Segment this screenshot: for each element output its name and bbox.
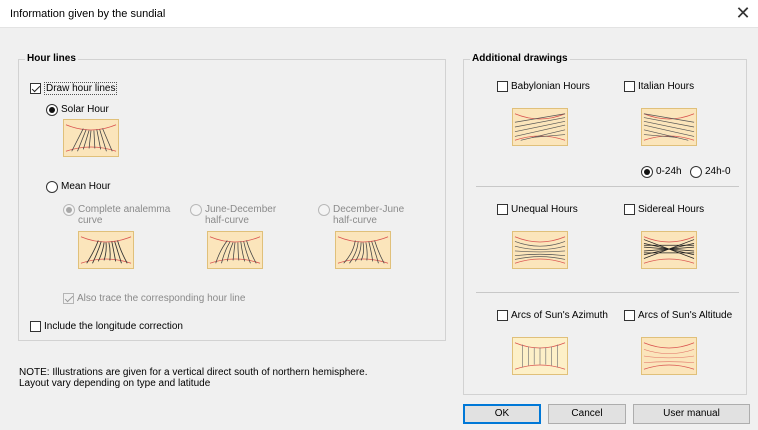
note-line2: Layout vary depending on type and latitu… (19, 378, 211, 389)
june-december-line2: half-curve (205, 215, 249, 226)
june-december-dot (190, 204, 202, 216)
babylonian-illustration (512, 108, 568, 146)
december-june-drawing (337, 236, 389, 264)
june-december-illustration (207, 231, 263, 269)
note-text: NOTE: Illustrations are given for a vert… (19, 367, 368, 389)
window-title: Information given by the sundial (10, 8, 166, 20)
range-24h-0-label: 24h-0 (705, 166, 731, 177)
june-december-radio[interactable]: June-December half-curve (190, 204, 276, 226)
azimuth-arcs-checkbox[interactable]: Arcs of Sun's Azimuth (497, 310, 608, 321)
sidereal-hours-checkbox[interactable]: Sidereal Hours (624, 204, 704, 215)
note-line1: NOTE: Illustrations are given for a vert… (19, 367, 368, 378)
complete-analemma-illustration (78, 231, 134, 269)
italian-hours-label: Italian Hours (638, 81, 695, 92)
azimuth-illustration (512, 337, 568, 375)
unequal-illustration (512, 231, 568, 269)
separator-1 (476, 186, 739, 187)
unequal-hours-box (497, 204, 508, 215)
sidereal-illustration (641, 231, 697, 269)
complete-analemma-text: Complete analemma curve (78, 204, 170, 226)
complete-analemma-line1: Complete analemma (78, 204, 171, 215)
mean-hour-label: Mean Hour (61, 181, 111, 192)
draw-hour-lines-checkbox[interactable]: Draw hour lines (30, 82, 118, 95)
italian-hours-box (624, 81, 635, 92)
azimuth-arcs-box (497, 310, 508, 321)
altitude-arcs-checkbox[interactable]: Arcs of Sun's Altitude (624, 310, 732, 321)
altitude-illustration (641, 337, 697, 375)
june-december-line1: June-December (205, 204, 277, 215)
range-0-24h-radio[interactable]: 0-24h (641, 166, 682, 178)
complete-analemma-drawing (80, 236, 132, 264)
sidereal-drawing (643, 236, 695, 264)
cancel-button[interactable]: Cancel (548, 404, 626, 424)
hour-lines-title: Hour lines (25, 53, 78, 64)
unequal-hours-checkbox[interactable]: Unequal Hours (497, 204, 578, 215)
december-june-radio[interactable]: December-June half-curve (318, 204, 404, 226)
longitude-correction-box (30, 321, 41, 332)
also-trace-checkbox[interactable]: Also trace the corresponding hour line (63, 293, 245, 304)
azimuth-arcs-label: Arcs of Sun's Azimuth (511, 310, 608, 321)
mean-hour-dot (46, 181, 58, 193)
unequal-drawing (514, 236, 566, 264)
december-june-line2: half-curve (333, 215, 377, 226)
title-bar: Information given by the sundial ✕ (0, 0, 758, 28)
user-manual-button[interactable]: User manual (633, 404, 750, 424)
italian-drawing (643, 113, 695, 141)
babylonian-hours-checkbox[interactable]: Babylonian Hours (497, 81, 590, 92)
june-december-text: June-December half-curve (205, 204, 276, 226)
close-icon[interactable]: ✕ (728, 0, 758, 28)
azimuth-drawing (514, 342, 566, 370)
additional-drawings-group: Additional drawings (463, 53, 747, 395)
december-june-dot (318, 204, 330, 216)
longitude-correction-checkbox[interactable]: Include the longitude correction (30, 321, 183, 332)
separator-2 (476, 292, 739, 293)
complete-analemma-radio[interactable]: Complete analemma curve (63, 204, 170, 226)
range-24h-0-dot (690, 166, 702, 178)
december-june-line1: December-June (333, 204, 405, 215)
sidereal-hours-box (624, 204, 635, 215)
sidereal-hours-label: Sidereal Hours (638, 204, 705, 215)
december-june-text: December-June half-curve (333, 204, 404, 226)
altitude-arcs-label: Arcs of Sun's Altitude (638, 310, 733, 321)
complete-analemma-line2: curve (78, 215, 103, 226)
draw-hour-lines-label: Draw hour lines (44, 82, 118, 95)
also-trace-label: Also trace the corresponding hour line (77, 293, 246, 304)
range-0-24h-label: 0-24h (656, 166, 682, 177)
solar-hour-label: Solar Hour (61, 104, 109, 115)
babylonian-hours-label: Babylonian Hours (511, 81, 590, 92)
also-trace-box (63, 293, 74, 304)
ok-button[interactable]: OK (463, 404, 541, 424)
range-24h-0-radio[interactable]: 24h-0 (690, 166, 731, 178)
mean-hour-radio[interactable]: Mean Hour (46, 181, 110, 193)
december-june-illustration (335, 231, 391, 269)
solar-hour-illustration (63, 119, 119, 157)
solar-hour-drawing (65, 124, 117, 152)
june-december-drawing (209, 236, 261, 264)
altitude-arcs-box (624, 310, 635, 321)
babylonian-drawing (514, 113, 566, 141)
additional-drawings-title: Additional drawings (470, 53, 570, 64)
range-0-24h-dot (641, 166, 653, 178)
complete-analemma-dot (63, 204, 75, 216)
longitude-correction-label: Include the longitude correction (44, 321, 183, 332)
unequal-hours-label: Unequal Hours (511, 204, 578, 215)
altitude-drawing (643, 342, 695, 370)
italian-hours-checkbox[interactable]: Italian Hours (624, 81, 694, 92)
draw-hour-lines-box (30, 83, 41, 94)
italian-illustration (641, 108, 697, 146)
babylonian-hours-box (497, 81, 508, 92)
solar-hour-dot (46, 104, 58, 116)
solar-hour-radio[interactable]: Solar Hour (46, 104, 109, 116)
